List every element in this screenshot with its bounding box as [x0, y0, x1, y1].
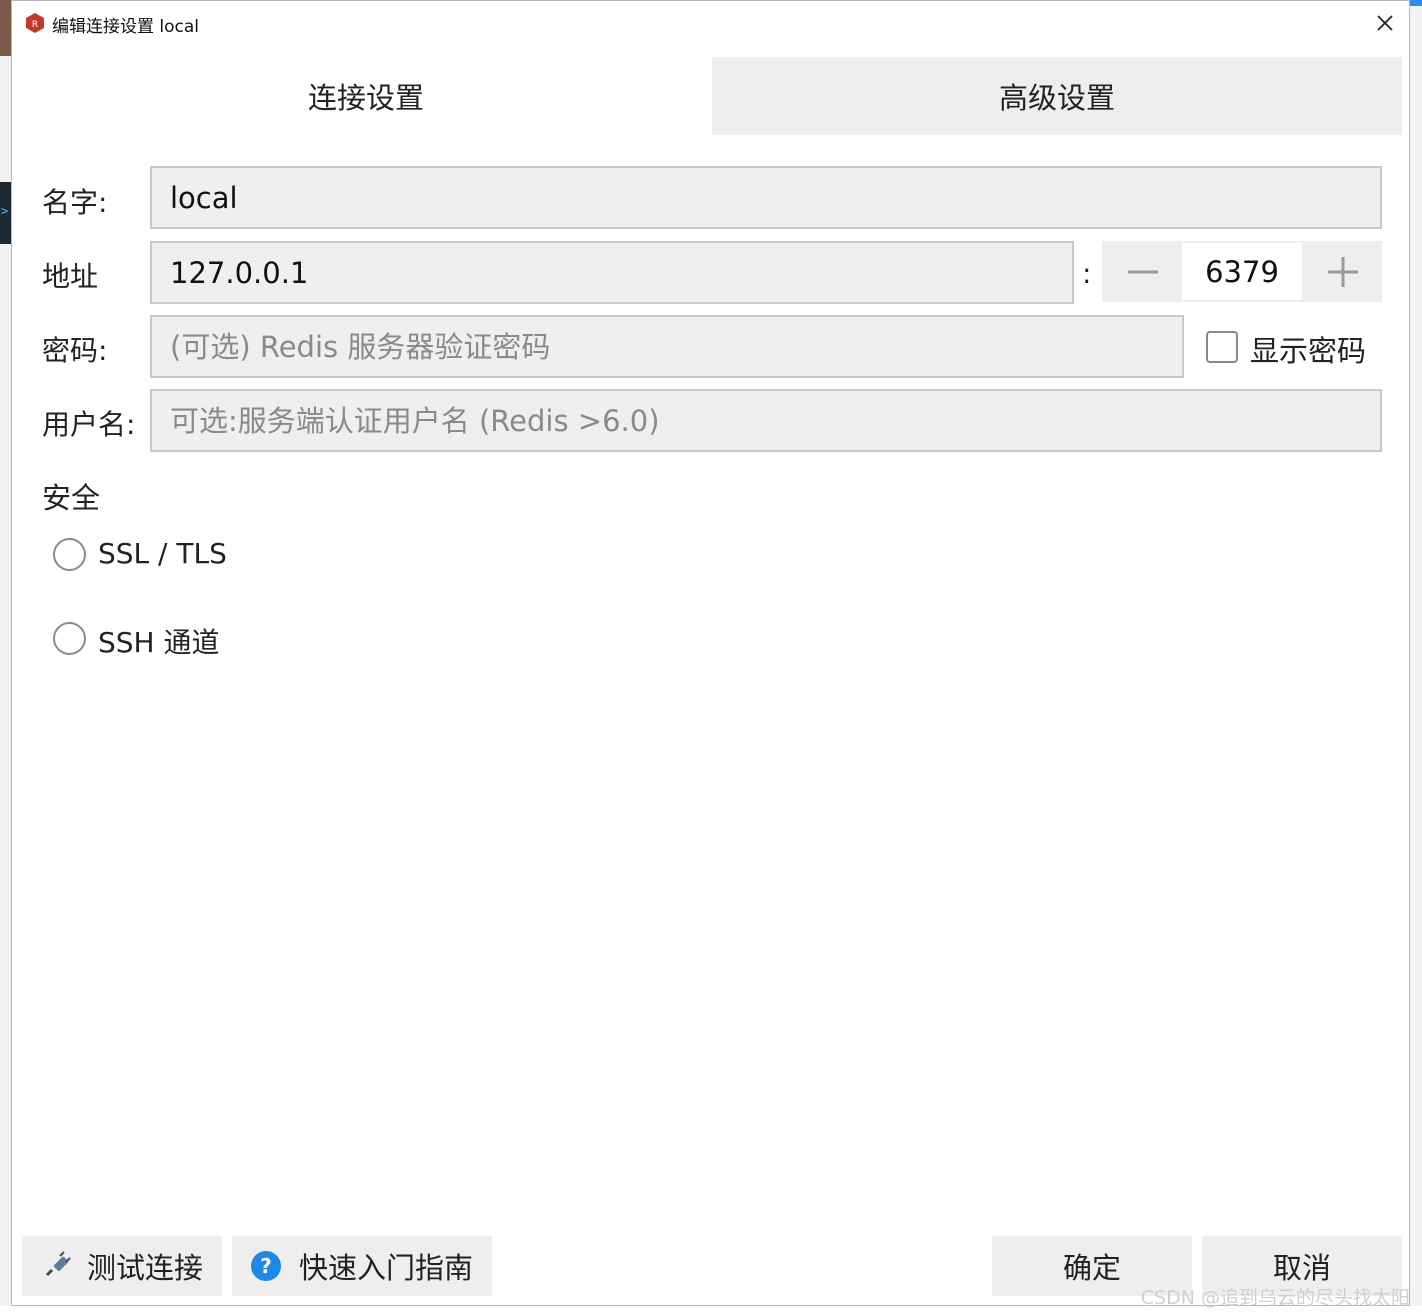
quick-start-guide-button[interactable]: ? 快速入门指南 — [232, 1236, 492, 1296]
test-connection-label: 测试连接 — [86, 1251, 203, 1285]
ssl-tls-label[interactable]: SSL / TLS — [98, 537, 227, 570]
password-field[interactable] — [150, 315, 1184, 378]
port-field[interactable]: 6379 — [1182, 243, 1302, 300]
watermark: CSDN @追到乌云的尽头找太阳 — [1140, 1287, 1410, 1309]
ssh-tunnel-label[interactable]: SSH 通道 — [98, 621, 220, 661]
show-password-label[interactable]: 显示密码 — [1250, 328, 1366, 370]
show-password-checkbox[interactable] — [1206, 331, 1238, 363]
close-icon[interactable] — [1371, 9, 1399, 37]
tab-connection-settings[interactable]: 连接设置 — [20, 57, 712, 135]
name-field[interactable]: local — [150, 166, 1382, 229]
redis-logo-icon: R — [26, 13, 44, 33]
background-accent-strip — [1410, 0, 1422, 6]
background-window-left-top — [0, 0, 11, 56]
ssl-tls-radio[interactable] — [53, 538, 86, 571]
test-connection-button[interactable]: 测试连接 — [22, 1236, 222, 1296]
tab-advanced-settings[interactable]: 高级设置 — [712, 57, 1402, 135]
quick-start-guide-label: 快速入门指南 — [298, 1251, 473, 1285]
plug-icon — [45, 1251, 71, 1277]
background-window-right — [1410, 0, 1422, 1316]
username-label: 用户名: — [42, 408, 136, 441]
port-separator: : — [1082, 257, 1092, 290]
background-terminal-edge — [0, 182, 11, 244]
edit-connection-dialog: R 编辑连接设置 local 连接设置 高级设置 名字: local 地址 12… — [11, 0, 1410, 1306]
plus-icon[interactable] — [1302, 241, 1382, 302]
minus-icon[interactable] — [1102, 241, 1182, 302]
address-label: 地址 — [42, 260, 99, 293]
name-label: 名字: — [42, 186, 108, 219]
port-spinbox: 6379 — [1102, 241, 1382, 302]
svg-text:R: R — [32, 20, 38, 30]
ssh-tunnel-radio[interactable] — [53, 622, 86, 655]
address-field[interactable]: 127.0.0.1 — [150, 241, 1074, 304]
password-label: 密码: — [42, 334, 108, 367]
security-section-title: 安全 — [42, 481, 101, 515]
window-title: 编辑连接设置 local — [52, 17, 200, 37]
question-circle-icon: ? — [250, 1251, 281, 1281]
title-bar: R 编辑连接设置 local — [12, 1, 1409, 45]
username-field[interactable] — [150, 389, 1382, 452]
